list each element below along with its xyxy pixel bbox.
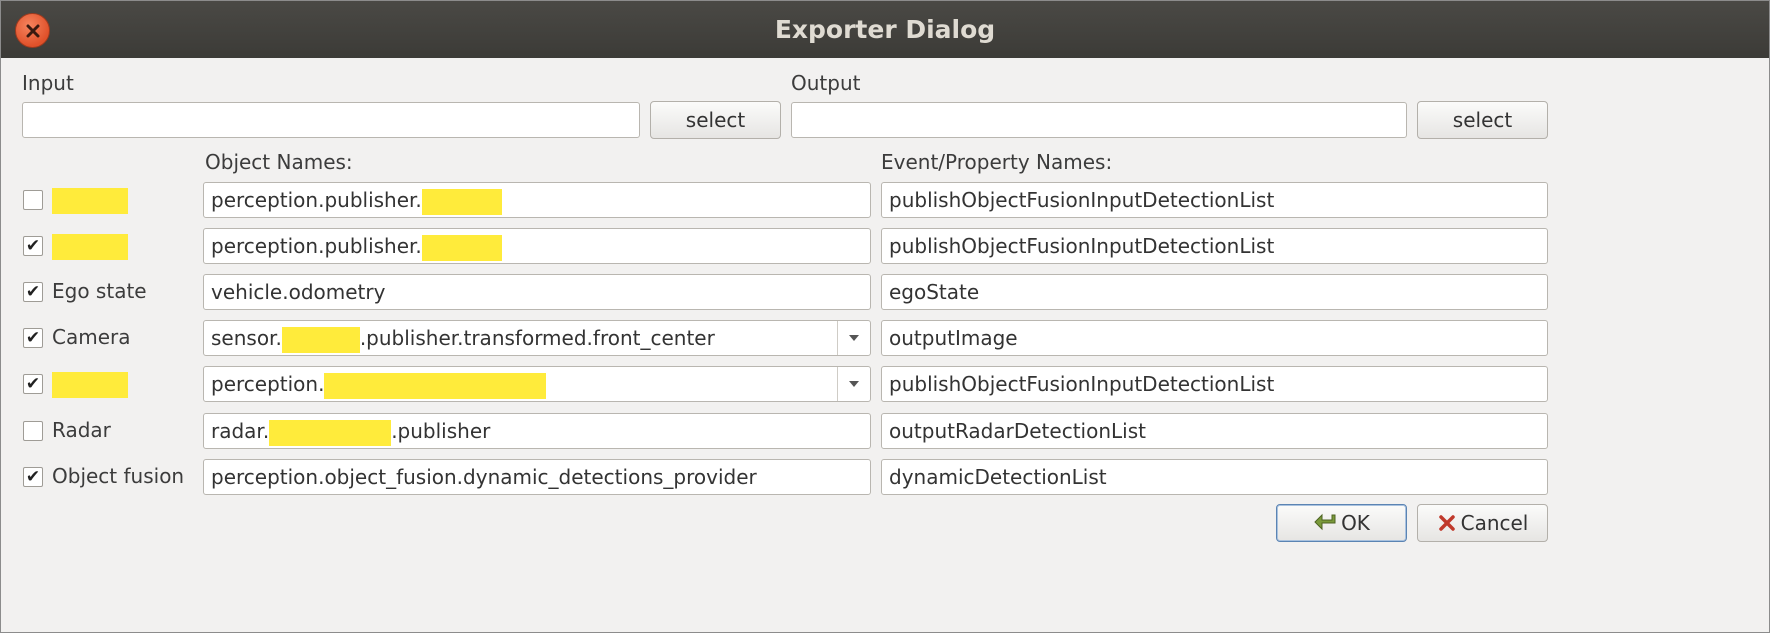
row-checkbox[interactable]: ✔ (23, 374, 43, 394)
event-names-header: Event/Property Names: (881, 150, 1113, 174)
object-name-field[interactable]: vehicle.odometry (203, 274, 871, 310)
redacted-block (52, 233, 128, 260)
window-title: Exporter Dialog (774, 15, 996, 44)
redacted-block (269, 419, 392, 446)
event-name-field[interactable]: outputRadarDetectionList (881, 413, 1548, 449)
input-select-button[interactable]: select (650, 101, 781, 139)
row-checkbox[interactable]: ✔ (23, 467, 43, 487)
event-name-field[interactable]: publishObjectFusionInputDetectionList (881, 228, 1548, 264)
object-name-text: radar. (211, 419, 270, 443)
object-name-text: sensor. (211, 326, 282, 350)
row-checkbox[interactable]: ✔ (23, 282, 43, 302)
close-icon (26, 24, 39, 37)
row-label: Ego state (52, 279, 147, 303)
cancel-button[interactable]: Cancel (1417, 504, 1548, 542)
object-name-combobox[interactable]: sensor. .publisher.transformed.front_cent… (203, 320, 871, 356)
object-name-text: perception.publisher. (211, 188, 422, 212)
object-name-text: perception.object_fusion.dynamic_detecti… (211, 465, 757, 489)
row-label (52, 371, 128, 398)
dropdown-button[interactable] (837, 367, 870, 401)
close-button[interactable] (15, 13, 50, 48)
redacted-block (52, 187, 128, 214)
ok-arrow-icon (1314, 513, 1336, 531)
cancel-x-icon (1438, 515, 1455, 531)
cancel-label: Cancel (1460, 511, 1529, 535)
object-name-text: vehicle.odometry (211, 280, 386, 304)
input-path-field[interactable] (22, 102, 640, 138)
row-label (52, 233, 128, 260)
object-name-field[interactable]: perception.publisher. (203, 182, 871, 218)
output-path-field[interactable] (791, 102, 1407, 138)
ok-label: OK (1341, 511, 1370, 535)
object-name-field[interactable]: perception.object_fusion.dynamic_detecti… (203, 459, 871, 495)
output-label: Output (791, 71, 861, 95)
exporter-dialog-window: Exporter Dialog Input select Output sele… (0, 0, 1770, 633)
row-label: Camera (52, 325, 131, 349)
row-checkbox[interactable] (23, 190, 43, 210)
input-label: Input (22, 71, 74, 95)
row-checkbox[interactable]: ✔ (23, 328, 43, 348)
redacted-block (281, 326, 360, 353)
event-name-field[interactable]: publishObjectFusionInputDetectionList (881, 366, 1548, 402)
object-name-text: .publisher.transformed.front_center (359, 326, 715, 350)
object-name-field[interactable]: perception.publisher. (203, 228, 871, 264)
redacted-block (52, 371, 128, 398)
object-name-text: perception. (211, 372, 325, 396)
ok-button[interactable]: OK (1276, 504, 1407, 542)
chevron-down-icon (849, 381, 859, 387)
event-name-field[interactable]: outputImage (881, 320, 1548, 356)
object-names-header: Object Names: (205, 150, 353, 174)
title-bar: Exporter Dialog (1, 1, 1769, 58)
output-select-button[interactable]: select (1417, 101, 1548, 139)
redacted-block (421, 234, 502, 261)
redacted-block (421, 188, 502, 215)
row-label (52, 187, 128, 214)
event-name-field[interactable]: egoState (881, 274, 1548, 310)
row-label: Object fusion (52, 464, 185, 488)
row-label: Radar (52, 418, 111, 442)
object-name-combobox[interactable]: perception. (203, 366, 871, 402)
object-name-text: perception.publisher. (211, 234, 422, 258)
event-name-field[interactable]: dynamicDetectionList (881, 459, 1548, 495)
dropdown-button[interactable] (837, 321, 870, 355)
object-name-field[interactable]: radar. .publisher (203, 413, 871, 449)
event-name-field[interactable]: publishObjectFusionInputDetectionList (881, 182, 1548, 218)
redacted-block (324, 372, 547, 399)
chevron-down-icon (849, 335, 859, 341)
object-name-text: .publisher (391, 419, 491, 443)
row-checkbox[interactable] (23, 421, 43, 441)
row-checkbox[interactable]: ✔ (23, 236, 43, 256)
